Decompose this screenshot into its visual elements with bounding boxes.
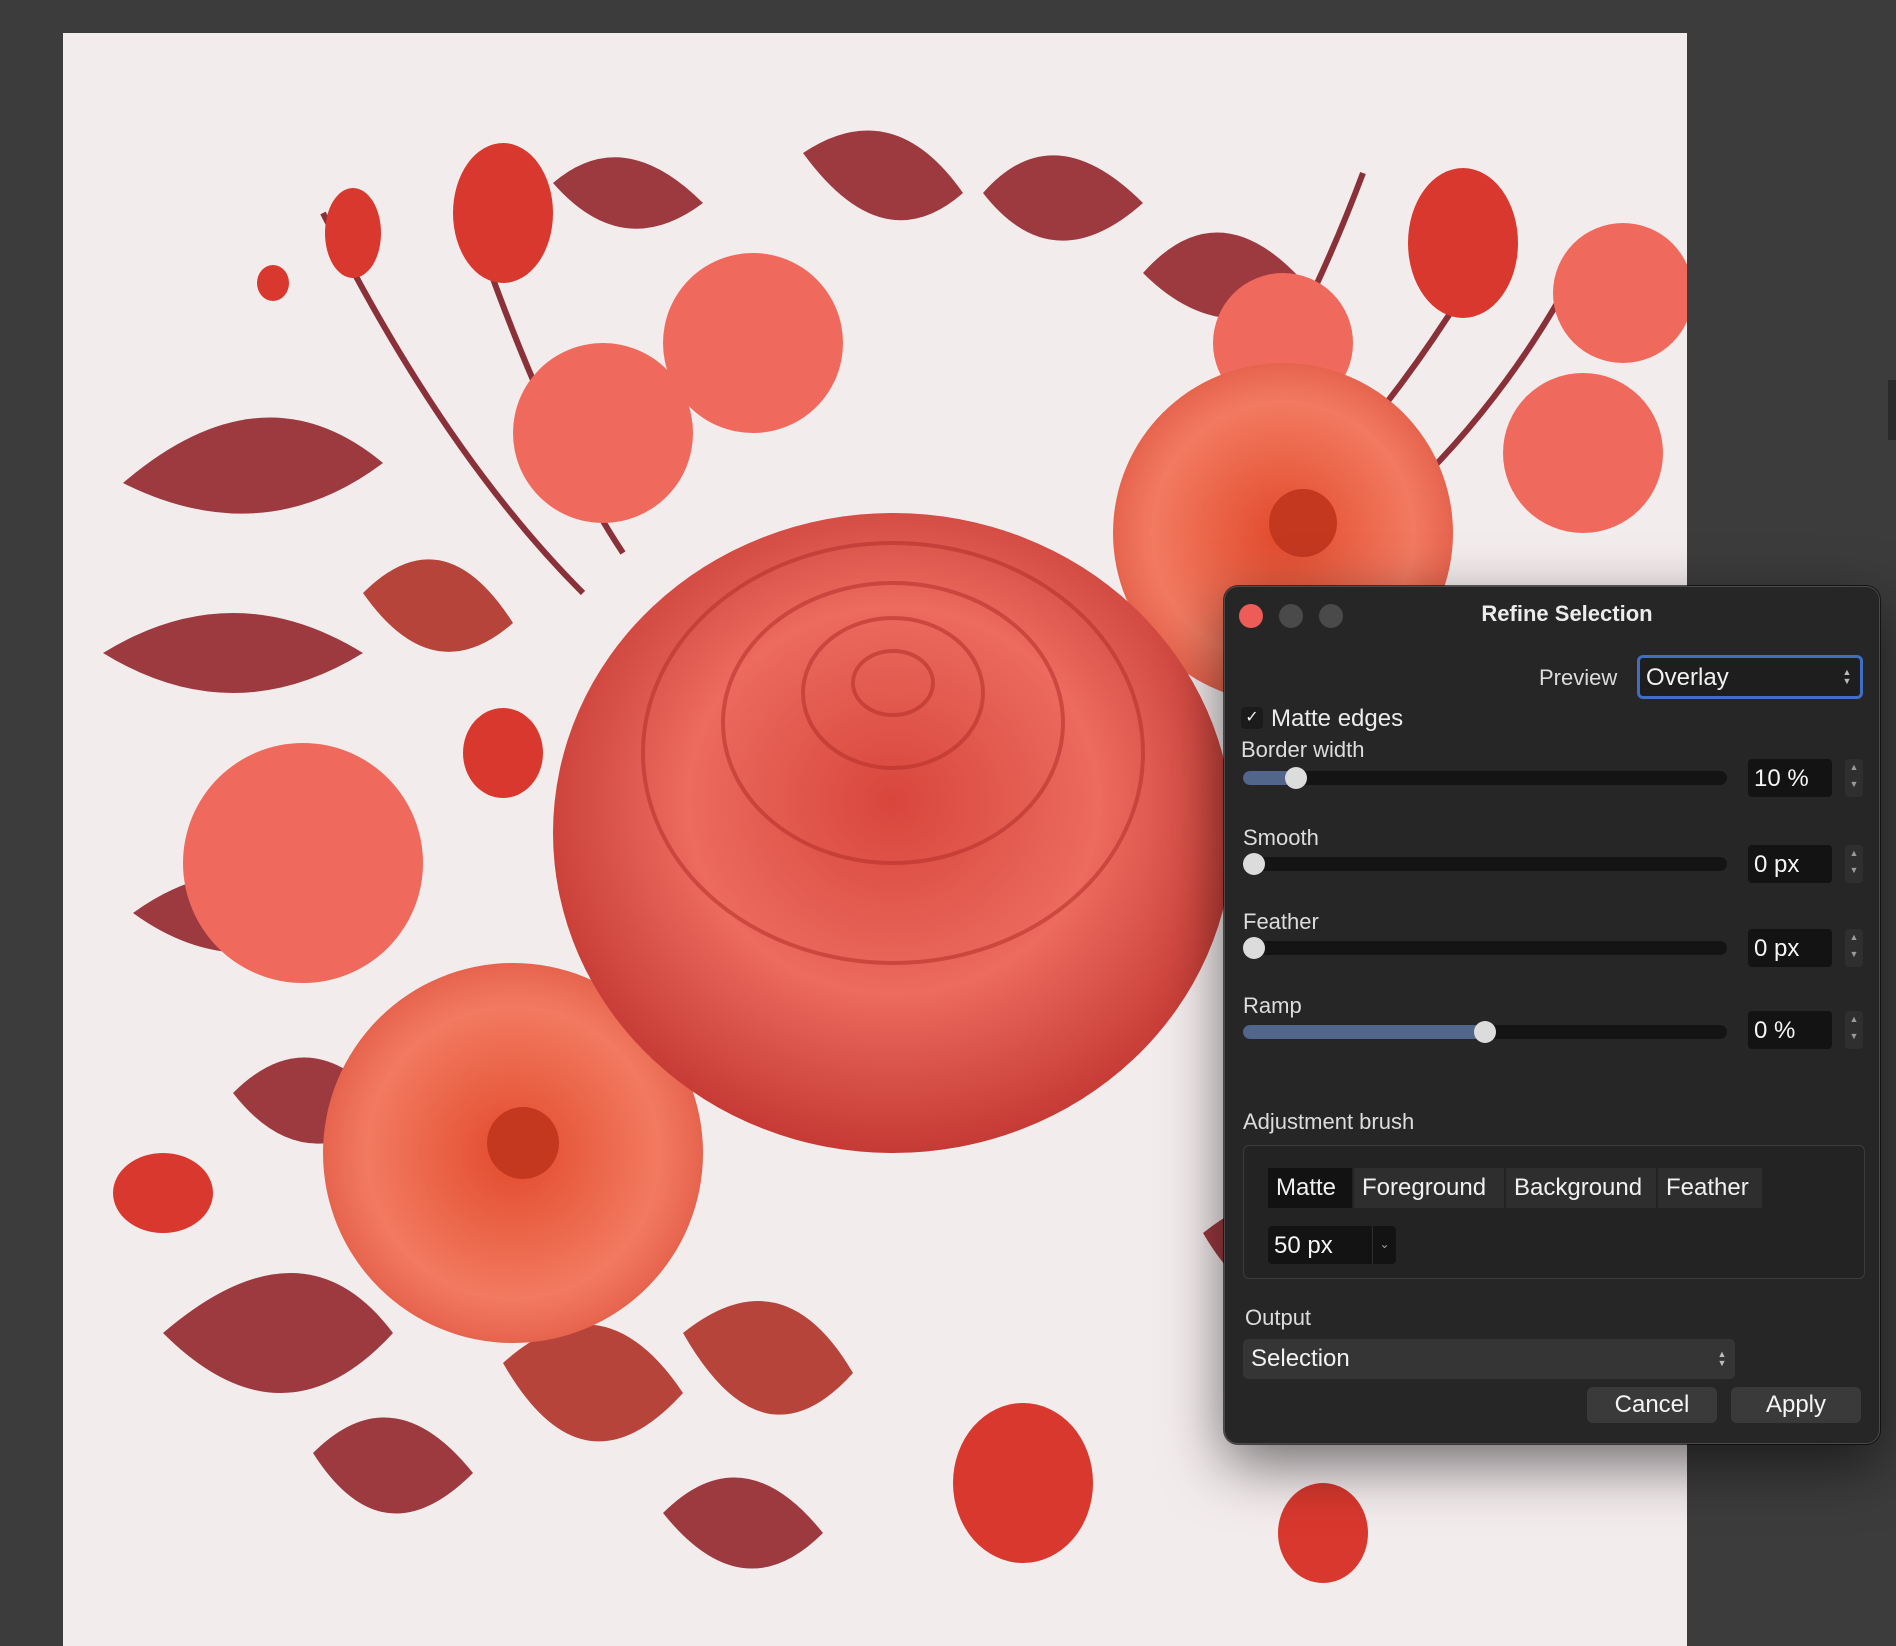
preview-select-value: Overlay (1646, 664, 1729, 691)
matte-edges-label: Matte edges (1271, 705, 1404, 732)
brush-mode-background[interactable]: Background (1506, 1168, 1656, 1208)
border-width-label: Border width (1241, 737, 1365, 762)
feather-label: Feather (1243, 909, 1319, 934)
brush-mode-feather[interactable]: Feather (1658, 1168, 1762, 1208)
preview-label: Preview (1539, 665, 1618, 690)
checkmark-icon: ✓ (1245, 709, 1259, 726)
output-select-value: Selection (1251, 1345, 1350, 1372)
ramp-stepper[interactable]: ▲ ▼ (1845, 1011, 1863, 1049)
apply-button[interactable]: Apply (1731, 1387, 1861, 1423)
output-select[interactable]: Selection ▲ ▼ (1243, 1339, 1735, 1379)
brush-mode-matte[interactable]: Matte (1268, 1168, 1352, 1208)
smooth-slider[interactable] (1243, 853, 1727, 875)
smooth-field[interactable]: 0 px (1748, 845, 1832, 883)
scrollbar[interactable] (1888, 380, 1896, 440)
matte-edges-checkbox[interactable]: ✓ (1241, 707, 1263, 729)
ramp-label: Ramp (1243, 993, 1302, 1018)
cancel-button[interactable]: Cancel (1587, 1387, 1717, 1423)
adjustment-brush-label: Adjustment brush (1243, 1109, 1415, 1134)
border-width-stepper[interactable]: ▲ ▼ (1845, 759, 1863, 797)
chevron-updown-icon: ▲ ▼ (1842, 667, 1852, 686)
ramp-field[interactable]: 0 % (1748, 1011, 1832, 1049)
adjustment-brush-group: Matte Foreground Background Feather 50 p… (1243, 1145, 1865, 1279)
feather-slider[interactable] (1243, 937, 1727, 959)
output-label: Output (1245, 1305, 1312, 1330)
border-width-slider[interactable] (1243, 767, 1727, 789)
feather-stepper[interactable]: ▲ ▼ (1845, 929, 1863, 967)
feather-field[interactable]: 0 px (1748, 929, 1832, 967)
brush-mode-foreground[interactable]: Foreground (1354, 1168, 1504, 1208)
chevron-updown-icon: ▲ ▼ (1717, 1349, 1727, 1368)
ramp-slider[interactable] (1243, 1021, 1727, 1043)
smooth-stepper[interactable]: ▲ ▼ (1845, 845, 1863, 883)
refine-selection-dialog: Refine Selection Preview Overlay ▲ ▼ ✓ Ma… (1224, 586, 1880, 1444)
smooth-slider-knob[interactable] (1243, 853, 1265, 875)
chevron-down-icon[interactable]: ⌄ (1372, 1226, 1396, 1264)
feather-slider-knob[interactable] (1243, 937, 1265, 959)
ramp-slider-knob[interactable] (1474, 1021, 1496, 1043)
dialog-title: Refine Selection (1481, 601, 1653, 626)
ramp-slider-fill (1243, 1025, 1485, 1039)
preview-select[interactable]: Overlay ▲ ▼ (1637, 655, 1863, 699)
border-width-slider-knob[interactable] (1285, 767, 1308, 789)
border-width-field[interactable]: 10 % (1748, 759, 1832, 797)
smooth-label: Smooth (1243, 825, 1319, 850)
